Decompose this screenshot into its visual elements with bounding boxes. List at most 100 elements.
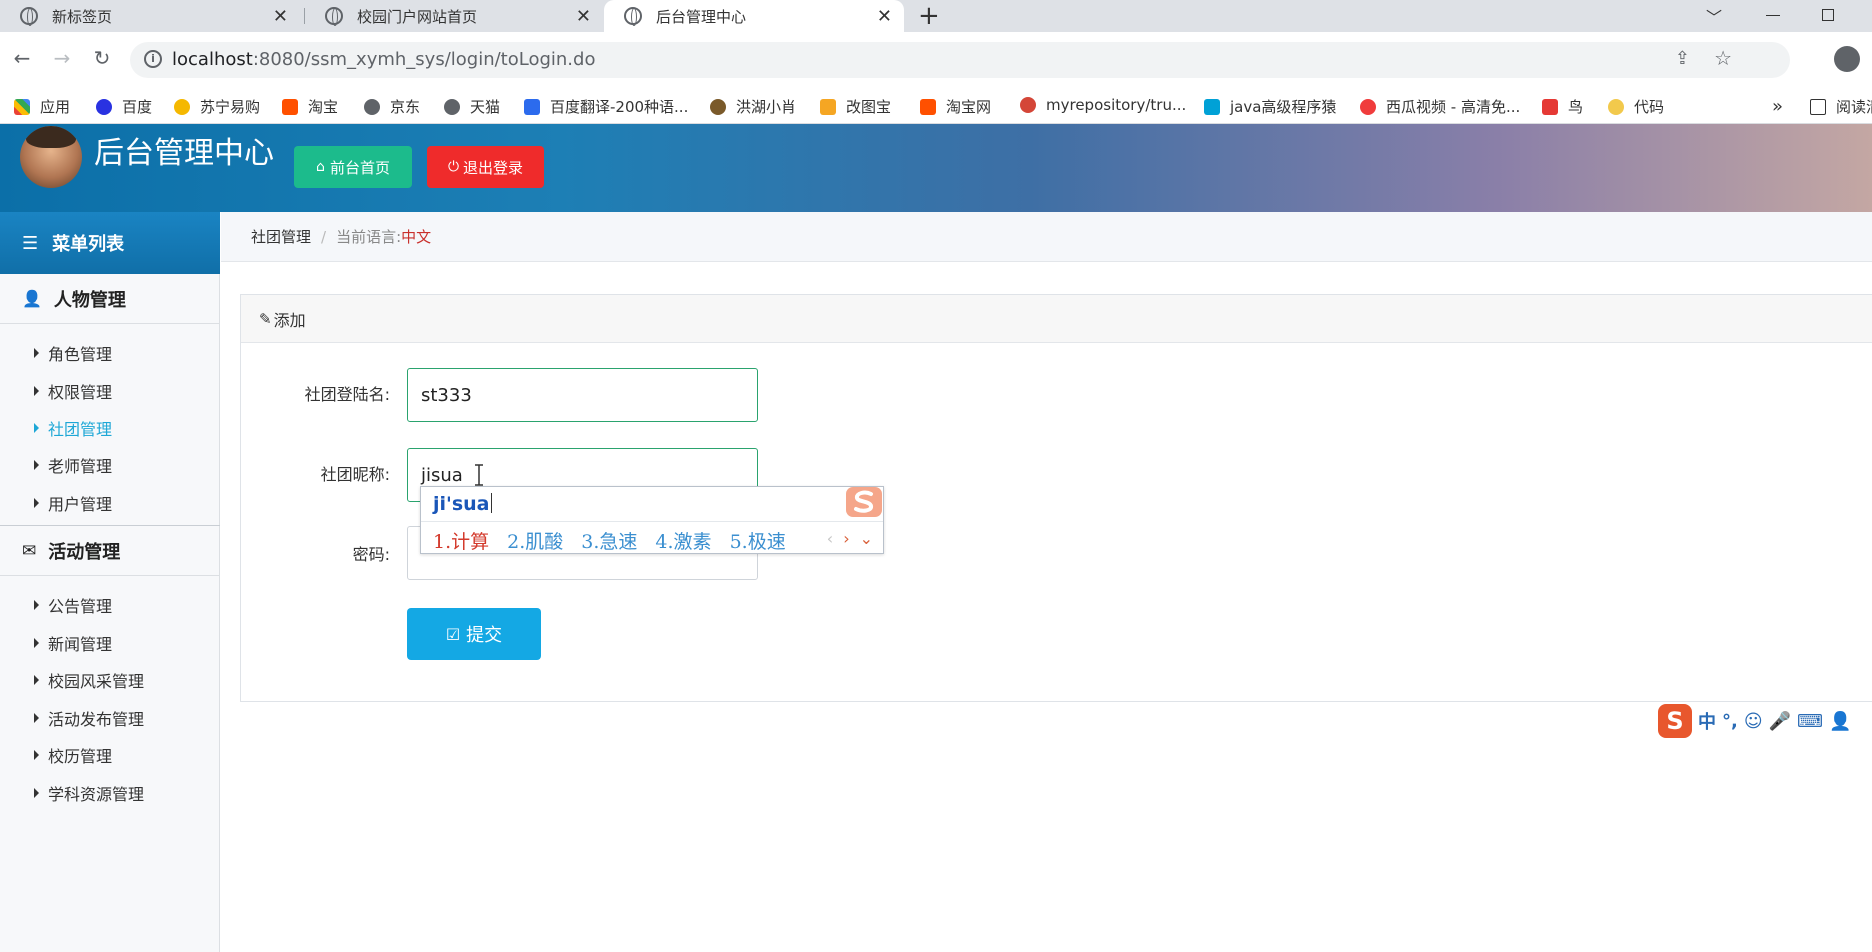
info-icon[interactable]: i bbox=[144, 50, 162, 68]
breadcrumb-section[interactable]: 社团管理 bbox=[251, 226, 311, 247]
sidebar-item-teachers[interactable]: 老师管理 bbox=[34, 453, 112, 477]
caret-right-icon bbox=[34, 788, 39, 798]
bookmark-item[interactable]: 鸟 bbox=[1542, 96, 1583, 117]
bookmark-item[interactable]: 淘宝 bbox=[282, 96, 338, 117]
apps-icon bbox=[14, 98, 30, 115]
bookmark-item[interactable]: 应用 bbox=[14, 96, 70, 117]
panel-title: 添加 bbox=[273, 310, 306, 330]
restore-icon[interactable] bbox=[1822, 9, 1834, 21]
bookmark-label: java高级程序猿 bbox=[1230, 98, 1337, 116]
forward-icon[interactable]: → bbox=[48, 46, 76, 70]
url-field[interactable]: i localhost:8080/ssm_xymh_sys/login/toLo… bbox=[130, 42, 1790, 78]
back-icon[interactable]: ← bbox=[8, 46, 36, 70]
ime-candidate[interactable]: 3.急速 bbox=[581, 527, 637, 554]
bookmark-item[interactable]: 天猫 bbox=[444, 96, 500, 117]
breadcrumb-lang-label: 当前语言: bbox=[336, 228, 402, 246]
user-icon[interactable]: 👤 bbox=[1829, 711, 1851, 732]
chevron-down-icon[interactable]: ﹀ bbox=[1706, 4, 1722, 28]
envelope-icon: ✉ bbox=[22, 540, 37, 561]
bookmark-label: 淘宝 bbox=[308, 98, 339, 116]
sidebar-item-campus-style[interactable]: 校园风采管理 bbox=[34, 668, 144, 692]
sidebar-item-roles[interactable]: 角色管理 bbox=[34, 341, 112, 365]
ime-candidate[interactable]: 4.激素 bbox=[655, 527, 711, 554]
bookmark-item[interactable]: 西瓜视频 - 高清免... bbox=[1360, 96, 1520, 117]
bookmark-label: 百度翻译-200种语... bbox=[550, 98, 689, 116]
bookmark-item[interactable]: 改图宝 bbox=[820, 96, 891, 117]
minimize-icon[interactable] bbox=[1766, 15, 1780, 16]
submit-button[interactable]: ☑ 提交 bbox=[407, 608, 541, 660]
checkbox-icon: ☑ bbox=[445, 624, 461, 644]
star-icon[interactable]: ☆ bbox=[1714, 46, 1732, 70]
frontend-home-button[interactable]: ⌂ 前台首页 bbox=[294, 146, 412, 188]
new-tab-button[interactable]: + bbox=[918, 0, 940, 32]
sidebar-item-resources[interactable]: 学科资源管理 bbox=[34, 781, 144, 805]
sidebar-item-label: 社团管理 bbox=[48, 420, 113, 439]
browser-tab-2[interactable]: 后台管理中心 ✕ bbox=[604, 0, 904, 32]
bookmarks-more[interactable]: » bbox=[1772, 96, 1783, 117]
chevron-down-icon[interactable]: ⌄ bbox=[860, 529, 873, 548]
bookmark-item[interactable]: 淘宝网 bbox=[920, 96, 991, 117]
bookmark-label: 改图宝 bbox=[846, 98, 892, 116]
login-name-input[interactable]: st333 bbox=[407, 368, 758, 422]
bookmark-label: myrepository/tru... bbox=[1046, 96, 1187, 114]
group-title: 人物管理 bbox=[53, 289, 126, 311]
sidebar-item-calendar[interactable]: 校历管理 bbox=[34, 743, 112, 767]
group-activities[interactable]: ✉ 活动管理 bbox=[0, 526, 220, 576]
bookmark-item[interactable]: myrepository/tru... bbox=[1020, 96, 1186, 114]
caret-right-icon bbox=[34, 713, 39, 723]
browser-tab-bar: 新标签页 ✕ 校园门户网站首页 ✕ 后台管理中心 ✕ + ﹀ bbox=[0, 0, 1872, 32]
logout-button[interactable]: ⏻ 退出登录 bbox=[427, 146, 544, 188]
group-people[interactable]: 👤 人物管理 bbox=[0, 274, 220, 324]
reload-icon[interactable]: ↻ bbox=[88, 46, 116, 70]
sidebar-item-clubs[interactable]: 社团管理 bbox=[34, 416, 112, 440]
sidebar-item-label: 新闻管理 bbox=[48, 635, 113, 654]
profile-icon[interactable] bbox=[1834, 46, 1860, 72]
code-icon bbox=[1608, 98, 1624, 115]
browser-tab-1[interactable]: 校园门户网站首页 ✕ bbox=[305, 0, 603, 32]
bookmark-item[interactable]: 百度翻译-200种语... bbox=[524, 96, 688, 117]
chevron-left-icon[interactable]: ‹ bbox=[827, 529, 833, 548]
browser-tab-0[interactable]: 新标签页 ✕ bbox=[0, 0, 300, 32]
sidebar-item-label: 角色管理 bbox=[48, 345, 113, 364]
sidebar-item-activity-publish[interactable]: 活动发布管理 bbox=[34, 706, 144, 730]
chevron-right-icon[interactable]: › bbox=[843, 529, 849, 548]
breadcrumb-separator: / bbox=[321, 227, 327, 246]
baidu-icon bbox=[96, 98, 112, 115]
bookmark-label: 西瓜视频 - 高清免... bbox=[1386, 98, 1521, 116]
xigua-icon bbox=[1360, 98, 1376, 115]
reading-list[interactable]: 阅读清 bbox=[1810, 96, 1872, 117]
sidebar-item-announcements[interactable]: 公告管理 bbox=[34, 593, 112, 617]
caret-right-icon bbox=[34, 348, 39, 358]
microphone-icon[interactable]: 🎤 bbox=[1769, 711, 1791, 732]
bookmark-item[interactable]: java高级程序猿 bbox=[1204, 96, 1336, 117]
bookmark-item[interactable]: 百度 bbox=[96, 96, 152, 117]
sidebar-item-permissions[interactable]: 权限管理 bbox=[34, 379, 112, 403]
bookmark-item[interactable]: 京东 bbox=[364, 96, 420, 117]
share-icon[interactable]: ⇪ bbox=[1675, 48, 1690, 69]
caret-right-icon bbox=[34, 386, 39, 396]
sidebar-item-news[interactable]: 新闻管理 bbox=[34, 631, 112, 655]
ime-candidate[interactable]: 2.肌酸 bbox=[507, 527, 563, 554]
user-icon: 👤 bbox=[22, 289, 42, 308]
ime-candidate[interactable]: 5.极速 bbox=[730, 527, 786, 554]
keyboard-icon[interactable]: ⌨ bbox=[1797, 711, 1823, 732]
close-icon[interactable]: ✕ bbox=[273, 6, 288, 27]
text-cursor-icon bbox=[475, 464, 483, 486]
ime-mode-toggle[interactable]: 中 bbox=[1698, 708, 1716, 734]
ime-candidate[interactable]: 1.计算 bbox=[433, 527, 489, 554]
bookmark-item[interactable]: 苏宁易购 bbox=[174, 96, 260, 117]
sidebar-item-label: 校历管理 bbox=[48, 747, 113, 766]
close-icon[interactable]: ✕ bbox=[576, 6, 591, 27]
globe-icon bbox=[364, 98, 380, 115]
bookmark-item[interactable]: 代码 bbox=[1608, 96, 1664, 117]
repo-icon bbox=[1020, 97, 1036, 113]
bookmark-item[interactable]: 洪湖小肖 bbox=[710, 96, 796, 117]
sidebar-item-users[interactable]: 用户管理 bbox=[34, 491, 112, 515]
emoji-icon[interactable]: ☺ bbox=[1744, 711, 1763, 732]
reading-list-icon bbox=[1810, 98, 1826, 115]
close-icon[interactable]: ✕ bbox=[877, 6, 892, 27]
avatar bbox=[20, 126, 82, 188]
caret-right-icon bbox=[34, 498, 39, 508]
ime-punctuation-toggle[interactable]: °, bbox=[1722, 711, 1738, 732]
sogou-logo-icon[interactable]: S bbox=[1658, 704, 1692, 738]
